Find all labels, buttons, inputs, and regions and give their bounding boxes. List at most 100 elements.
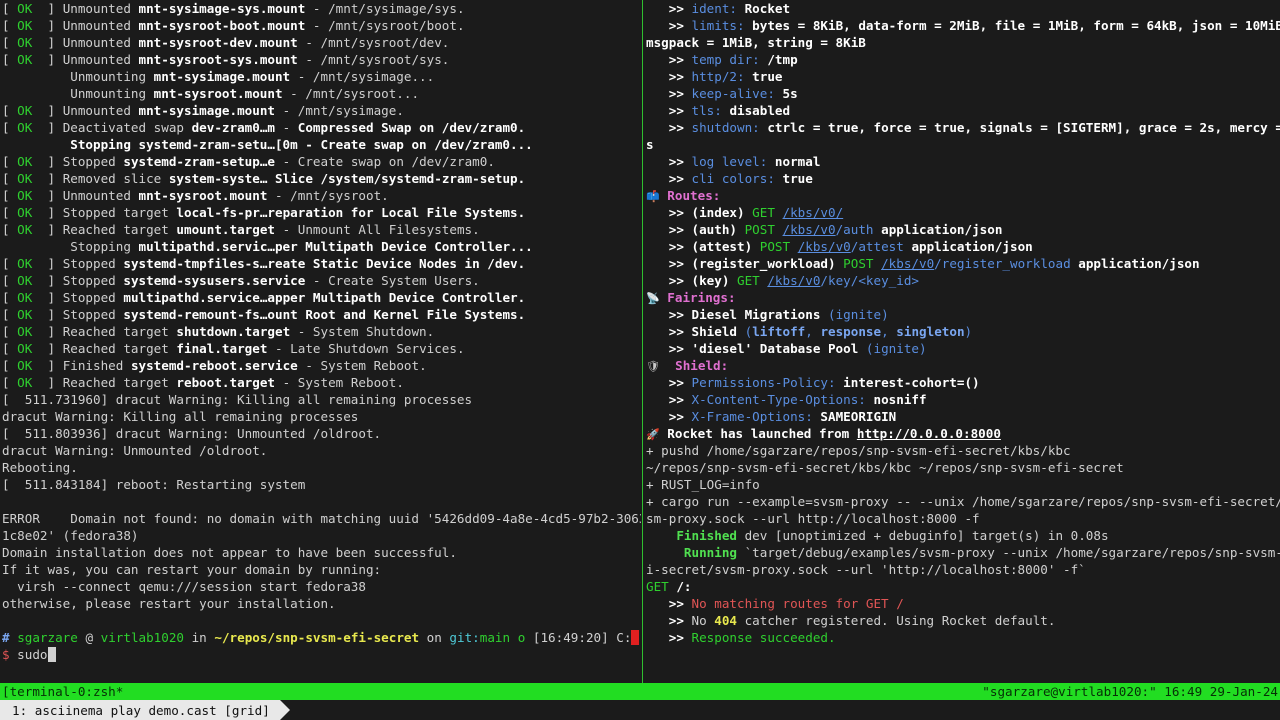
terminal-line: 1c8e02' (fedora38) bbox=[0, 527, 641, 544]
terminal-line: [ OK ] Finished systemd-reboot.service -… bbox=[0, 357, 641, 374]
terminal-text: application/json bbox=[881, 222, 1003, 237]
terminal-text: /kbs/v0 bbox=[797, 239, 851, 254]
terminal-text: reboot.target bbox=[176, 375, 275, 390]
terminal-text: disabled bbox=[729, 103, 791, 118]
terminal-text: Response succeeded. bbox=[691, 630, 836, 645]
terminal-text: systemd-tmpfiles-s…reate Static Device N… bbox=[123, 256, 526, 271]
terminal-text: ] bbox=[32, 324, 63, 339]
terminal-text: mnt-sysroot-sys.mount bbox=[138, 52, 298, 67]
terminal-text: s bbox=[646, 137, 654, 152]
terminal-text: [ bbox=[2, 341, 18, 356]
terminal-text: 🛡 bbox=[646, 360, 660, 373]
terminal-text: 5s bbox=[782, 86, 798, 101]
pane-rocket-log[interactable]: >> ident: Rocket >> limits: bytes = 8KiB… bbox=[644, 0, 1280, 683]
terminal-text: >> bbox=[668, 375, 692, 390]
terminal-text: >> bbox=[668, 392, 692, 407]
terminal-line: + RUST_LOG=info bbox=[644, 476, 1280, 493]
terminal-text: + cargo run --example=svsm-proxy -- --un… bbox=[646, 494, 1280, 509]
terminal-text: GET bbox=[646, 579, 669, 594]
terminal-text: OK bbox=[17, 18, 33, 33]
terminal-text: OK bbox=[17, 188, 33, 203]
terminal-text: catcher registered. Using Rocket default… bbox=[737, 613, 1056, 628]
terminal-line: [ OK ] Stopped systemd-zram-setup…e - Cr… bbox=[0, 153, 641, 170]
terminal-line: >> (index) GET /kbs/v0/ bbox=[644, 204, 1280, 221]
pane-systemd-log[interactable]: [ OK ] Unmounted mnt-sysimage-sys.mount … bbox=[0, 0, 641, 683]
taskbar-window-asciinema[interactable]: 1: asciinema play demo.cast [grid] bbox=[0, 700, 290, 720]
terminal-text: shutdown: bbox=[691, 120, 760, 135]
terminal-text: OK bbox=[17, 205, 33, 220]
terminal-line: sm-proxy.sock --url http://localhost:800… bbox=[644, 510, 1280, 527]
terminal-line: + pushd /home/sgarzare/repos/snp-svsm-ef… bbox=[644, 442, 1280, 459]
left-pane-lines: [ OK ] Unmounted mnt-sysimage-sys.mount … bbox=[0, 0, 641, 629]
terminal-text: OK bbox=[17, 120, 33, 135]
terminal-text: temp dir: bbox=[691, 52, 760, 67]
terminal-text: ~/repos/snp-svsm-efi-secret/kbs/kbc ~/re… bbox=[646, 460, 1124, 475]
terminal-text: otherwise, please restart your installat… bbox=[2, 596, 336, 611]
terminal-text: >> bbox=[668, 222, 692, 237]
terminal-line: >> http/2: true bbox=[644, 68, 1280, 85]
terminal-text: Compressed Swap on /dev/zram0. bbox=[297, 120, 526, 135]
terminal-line: [ OK ] Unmounted mnt-sysroot-dev.mount -… bbox=[0, 34, 641, 51]
terminal-line: [ OK ] Unmounted mnt-sysroot.mount - /mn… bbox=[0, 187, 641, 204]
status-window-label[interactable]: [terminal-0:zsh* bbox=[0, 683, 123, 700]
desktop-taskbar: 1: asciinema play demo.cast [grid] bbox=[0, 700, 1280, 720]
terminal-text: dracut Warning: Killing all remaining pr… bbox=[2, 409, 359, 424]
terminal-text: [ bbox=[2, 1, 18, 16]
terminal-text: [ bbox=[2, 103, 18, 118]
terminal-line: >> 'diesel' Database Pool (ignite) bbox=[644, 340, 1280, 357]
terminal-line: >> tls: disabled bbox=[644, 102, 1280, 119]
tmux-status-bar[interactable]: [terminal-0:zsh* "sgarzare@virtlab1020:"… bbox=[0, 683, 1280, 700]
shell-command-line[interactable]: $ sudo bbox=[0, 646, 641, 663]
terminal-text: + pushd /home/sgarzare/repos/snp-svsm-ef… bbox=[646, 443, 1071, 458]
terminal-line: Unmounting mnt-sysimage.mount - /mnt/sys… bbox=[0, 68, 641, 85]
terminal-text: msgpack = 1MiB, string = 8KiB bbox=[646, 35, 866, 50]
terminal-screen: [ OK ] Unmounted mnt-sysimage-sys.mount … bbox=[0, 0, 1280, 720]
terminal-text: >> bbox=[668, 596, 692, 611]
terminal-text: Unmounted bbox=[62, 1, 139, 16]
terminal-text: /auth bbox=[835, 222, 874, 237]
terminal-text: ) bbox=[919, 341, 927, 356]
prompt-segment: virtlab1020 bbox=[100, 630, 185, 645]
terminal-text: [ bbox=[2, 256, 18, 271]
terminal-line: >> Shield (liftoff, response, singleton) bbox=[644, 323, 1280, 340]
terminal-text: ) bbox=[964, 324, 973, 339]
terminal-text: 404 bbox=[714, 613, 737, 628]
terminal-text: - Late Shutdown Services. bbox=[267, 341, 465, 356]
terminal-line: ERROR Domain not found: no domain with m… bbox=[0, 510, 641, 527]
terminal-text: - Create swap on /dev/zram0. bbox=[275, 154, 495, 169]
terminal-text: ] bbox=[32, 120, 63, 135]
typed-command[interactable]: sudo bbox=[10, 647, 47, 662]
terminal-line: Unmounting mnt-sysroot.mount - /mnt/sysr… bbox=[0, 85, 641, 102]
terminal-text: Stopped bbox=[62, 273, 124, 288]
terminal-text: [ 511.731960] dracut Warning: Killing al… bbox=[2, 392, 473, 407]
terminal-line: >> Response succeeded. bbox=[644, 629, 1280, 646]
terminal-text: SAMEORIGIN bbox=[820, 409, 897, 424]
terminal-line: [ OK ] Reached target umount.target - Un… bbox=[0, 221, 641, 238]
terminal-text: - Create System Users. bbox=[305, 273, 480, 288]
terminal-text: Unmounted bbox=[62, 103, 139, 118]
terminal-text: - System Reboot. bbox=[297, 358, 427, 373]
terminal-line: >> X-Frame-Options: SAMEORIGIN bbox=[644, 408, 1280, 425]
terminal-text: - /mnt/sysroot/sys. bbox=[297, 52, 450, 67]
terminal-text: Fairings: bbox=[667, 290, 736, 305]
terminal-text: mnt-sysroot.mount bbox=[153, 86, 283, 101]
terminal-line: otherwise, please restart your installat… bbox=[0, 595, 641, 612]
terminal-text: application/json bbox=[1078, 256, 1200, 271]
terminal-line: virsh --connect qemu:///session start fe… bbox=[0, 578, 641, 595]
terminal-text: OK bbox=[17, 324, 33, 339]
terminal-text: [ bbox=[2, 358, 18, 373]
terminal-line: >> cli colors: true bbox=[644, 170, 1280, 187]
terminal-text: OK bbox=[17, 375, 33, 390]
terminal-text: ident: bbox=[691, 1, 738, 16]
tmux-pane-container: [ OK ] Unmounted mnt-sysimage-sys.mount … bbox=[0, 0, 1280, 683]
terminal-text: singleton bbox=[896, 324, 965, 339]
